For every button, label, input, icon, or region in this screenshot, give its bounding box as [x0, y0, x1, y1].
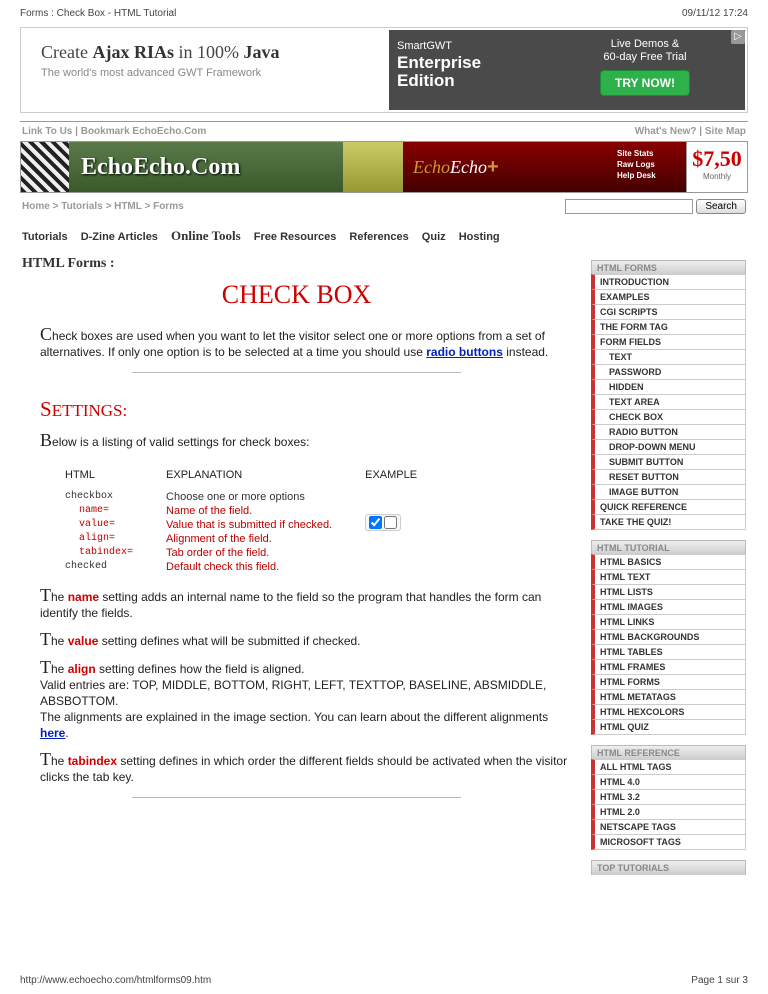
sidebar-item[interactable]: DROP-DOWN MENU — [591, 439, 746, 455]
ad-close-icon[interactable]: ▷ — [731, 30, 745, 44]
sidebar-item[interactable]: CGI SCRIPTS — [591, 304, 746, 320]
intro-paragraph: Check boxes are used when you want to le… — [40, 326, 571, 360]
tab-quiz[interactable]: Quiz — [422, 231, 446, 243]
tab-hosting[interactable]: Hosting — [459, 231, 500, 243]
code-column: checkbox name= value= align= tabindex= c… — [64, 489, 163, 575]
nav-tabs: Tutorials D-Zine Articles Online Tools F… — [0, 218, 768, 250]
try-now-button[interactable]: TRY NOW! — [600, 70, 690, 96]
banner-stats: Site StatsRaw LogsHelp Desk — [613, 142, 686, 192]
settings-heading: SSETTINGS:ETTINGS: — [40, 397, 571, 422]
sidebar-item[interactable]: HTML QUIZ — [591, 719, 746, 735]
sidebar-item[interactable]: HTML METATAGS — [591, 689, 746, 705]
doc-date: 09/11/12 17:24 — [682, 8, 748, 19]
sidebar-item[interactable]: QUICK REFERENCE — [591, 499, 746, 515]
sidebar-item[interactable]: CHECK BOX — [591, 409, 746, 425]
site-title[interactable]: EchoEcho.Com — [69, 142, 343, 192]
ad-mid: SmartGWT EnterpriseEdition — [389, 30, 545, 110]
sidebar-item[interactable]: INTRODUCTION — [591, 274, 746, 290]
forms-heading: HTML Forms : — [22, 256, 571, 272]
sidebar-item[interactable]: HTML BASICS — [591, 554, 746, 570]
sidebar-item[interactable]: PASSWORD — [591, 364, 746, 380]
sb-head-forms: HTML FORMS — [591, 260, 746, 275]
sidebar-item[interactable]: HTML IMAGES — [591, 599, 746, 615]
sidebar-item[interactable]: RADIO BUTTON — [591, 424, 746, 440]
divider — [132, 372, 461, 373]
sidebar-item[interactable]: TEXT AREA — [591, 394, 746, 410]
footer-url: http://www.echoecho.com/htmlforms09.htm — [20, 975, 211, 986]
sidebar-item[interactable]: MICROSOFT TAGS — [591, 834, 746, 850]
sb-head-reference: HTML REFERENCE — [591, 745, 746, 760]
sidebar-item[interactable]: IMAGE BUTTON — [591, 484, 746, 500]
tab-dzine[interactable]: D-Zine Articles — [81, 231, 158, 243]
sb-head-tutorial: HTML TUTORIAL — [591, 540, 746, 555]
breadcrumb: Home > Tutorials > HTML > Forms — [22, 201, 184, 212]
crumb-forms[interactable]: Forms — [153, 201, 184, 212]
sidebar-item[interactable]: EXAMPLES — [591, 289, 746, 305]
sidebar-item[interactable]: NETSCAPE TAGS — [591, 819, 746, 835]
banner-image — [343, 142, 403, 192]
footer-page: Page 1 sur 3 — [691, 975, 748, 986]
sidebar-item[interactable]: TEXT — [591, 349, 746, 365]
search-button[interactable]: Search — [696, 199, 746, 214]
sb-head-top: TOP TUTORIALS — [591, 860, 746, 875]
tab-references[interactable]: References — [349, 231, 408, 243]
sidebar-item[interactable]: HTML FRAMES — [591, 659, 746, 675]
divider — [132, 797, 461, 798]
sidebar-item[interactable]: HTML HEXCOLORS — [591, 704, 746, 720]
doc-title: Forms : Check Box - HTML Tutorial — [20, 8, 176, 19]
align-paragraph: The align setting defines how the field … — [40, 659, 571, 741]
sidebar-item[interactable]: HTML LISTS — [591, 584, 746, 600]
sidebar-item[interactable]: HIDDEN — [591, 379, 746, 395]
crumb-html[interactable]: HTML — [114, 201, 142, 212]
site-banner: EchoEcho.Com EchoEcho+ Site StatsRaw Log… — [20, 141, 748, 193]
page-title: CHECK BOX — [22, 280, 571, 310]
sidebar-item[interactable]: HTML TABLES — [591, 644, 746, 660]
crumb-tutorials[interactable]: Tutorials — [61, 201, 102, 212]
explanation-column: Choose one or more options Name of the f… — [165, 489, 362, 575]
ad-banner[interactable]: ▷ Create Ajax RIAs in 100% Java The worl… — [20, 27, 748, 113]
ad-left: Create Ajax RIAs in 100% Java The world'… — [23, 30, 389, 110]
toplinks-right[interactable]: What's New? | Site Map — [635, 126, 746, 137]
toplinks-left[interactable]: Link To Us | Bookmark EchoEcho.Com — [22, 126, 206, 137]
sidebar-item[interactable]: RESET BUTTON — [591, 469, 746, 485]
example-checkbox-1[interactable] — [369, 516, 382, 529]
sidebar-item[interactable]: HTML FORMS — [591, 674, 746, 690]
ad-right: Live Demos &60-day Free Trial TRY NOW! — [545, 30, 745, 110]
example-checkbox-2[interactable] — [384, 516, 397, 529]
sidebar-item[interactable]: ALL HTML TAGS — [591, 759, 746, 775]
name-paragraph: The name setting adds an internal name t… — [40, 587, 571, 621]
sidebar-item[interactable]: FORM FIELDS — [591, 334, 746, 350]
sidebar-item[interactable]: HTML 4.0 — [591, 774, 746, 790]
crumb-home[interactable]: Home — [22, 201, 50, 212]
sidebar: HTML FORMS INTRODUCTIONEXAMPLESCGI SCRIP… — [591, 250, 746, 875]
sidebar-item[interactable]: HTML 2.0 — [591, 804, 746, 820]
tab-online-tools[interactable]: Online Tools — [171, 228, 241, 243]
sidebar-item[interactable]: HTML 3.2 — [591, 789, 746, 805]
sidebar-item[interactable]: HTML TEXT — [591, 569, 746, 585]
tab-free-resources[interactable]: Free Resources — [254, 231, 337, 243]
logo-icon[interactable] — [21, 142, 69, 192]
tab-tutorials[interactable]: Tutorials — [22, 231, 68, 243]
here-link[interactable]: here — [40, 726, 65, 740]
radio-buttons-link[interactable]: radio buttons — [426, 345, 503, 359]
search-input[interactable] — [565, 199, 693, 214]
banner-price[interactable]: $7,50Monthly — [686, 142, 747, 192]
sidebar-item[interactable]: SUBMIT BUTTON — [591, 454, 746, 470]
sidebar-item[interactable]: HTML BACKGROUNDS — [591, 629, 746, 645]
sidebar-item[interactable]: THE FORM TAG — [591, 319, 746, 335]
value-paragraph: The value setting defines what will be s… — [40, 631, 571, 649]
tabindex-paragraph: The tabindex setting defines in which or… — [40, 751, 571, 785]
below-paragraph: Below is a listing of valid settings for… — [40, 432, 571, 450]
banner-promo[interactable]: EchoEcho+ — [403, 142, 613, 192]
sidebar-item[interactable]: HTML LINKS — [591, 614, 746, 630]
settings-table: HTMLEXPLANATIONEXAMPLE checkbox name= va… — [62, 466, 433, 577]
sidebar-item[interactable]: TAKE THE QUIZ! — [591, 514, 746, 530]
example-column — [364, 489, 431, 575]
